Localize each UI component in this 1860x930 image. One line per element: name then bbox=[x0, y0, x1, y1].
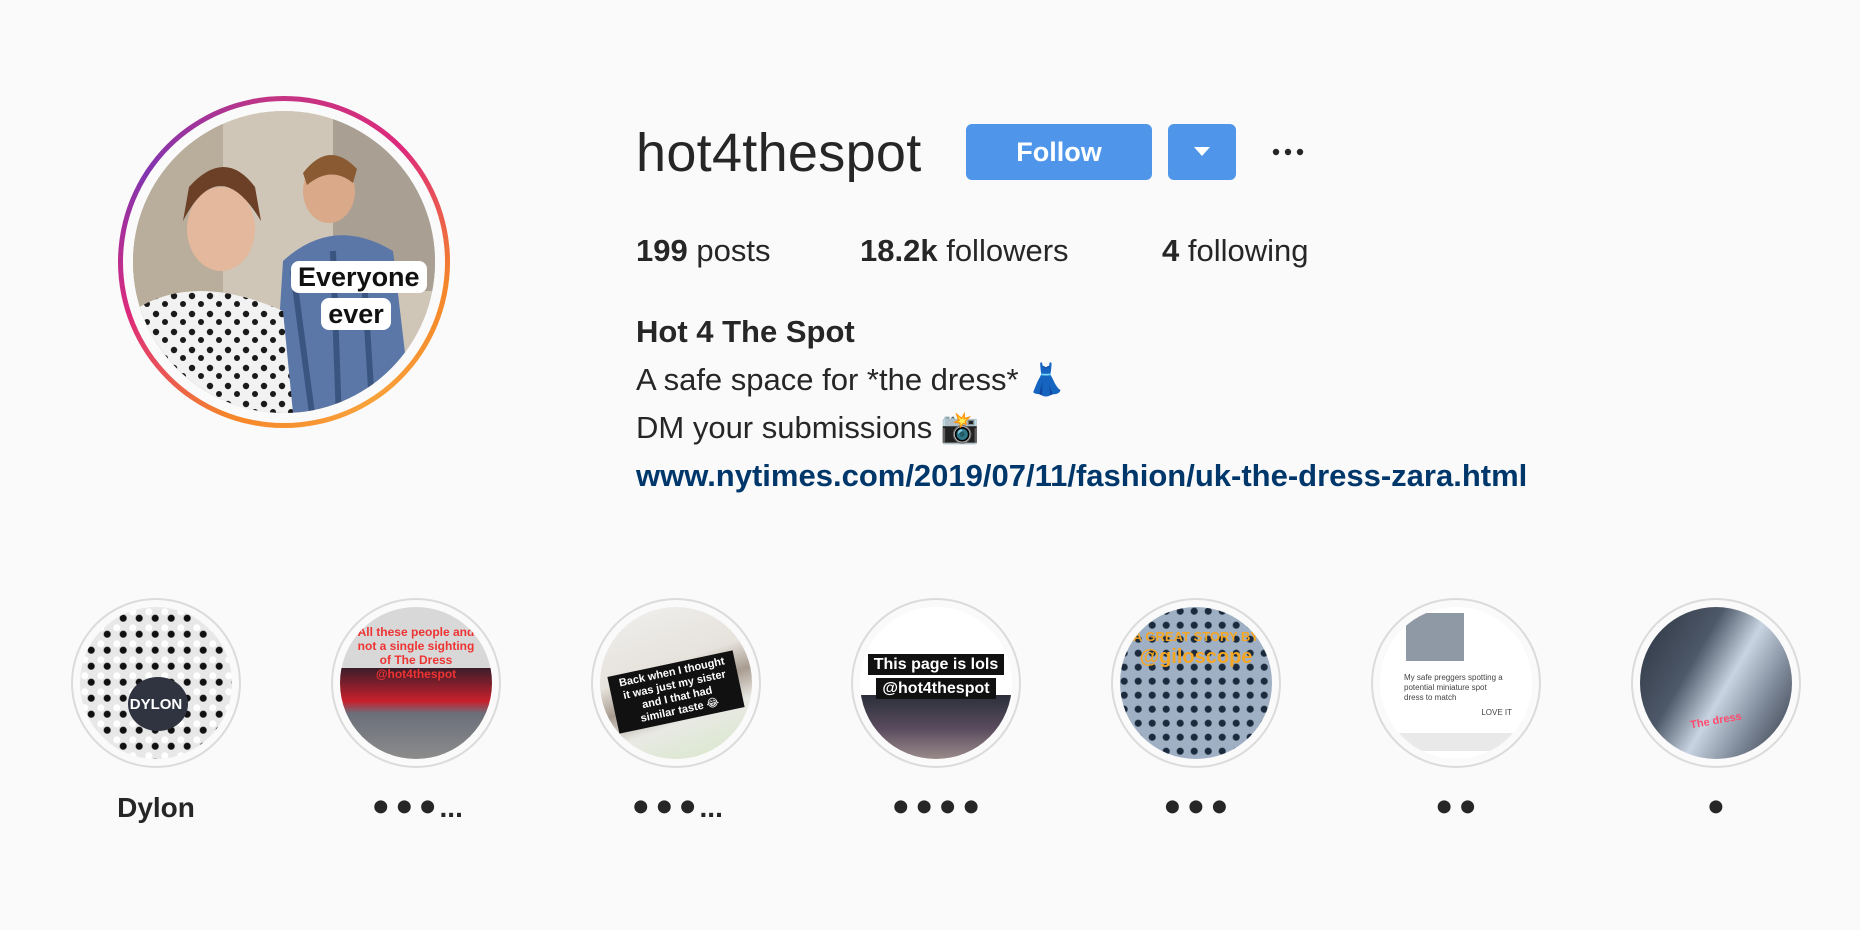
posts-stat: 199 posts bbox=[636, 226, 770, 276]
story-highlight[interactable]: The dress ⚫ bbox=[1626, 598, 1806, 828]
followers-label: followers bbox=[946, 233, 1069, 268]
username: hot4thespot bbox=[636, 123, 922, 183]
highlight-cover: Back when I thought it was just my siste… bbox=[600, 607, 752, 759]
more-options-button[interactable] bbox=[1266, 130, 1310, 174]
avatar-photo: Everyone ever bbox=[133, 111, 435, 413]
highlight-cover-text: @giloscope bbox=[1139, 646, 1253, 668]
follow-button[interactable]: Follow bbox=[966, 124, 1152, 180]
story-highlight[interactable]: My safe preggers spotting a potential mi… bbox=[1366, 598, 1546, 828]
posts-count: 199 bbox=[636, 233, 688, 268]
highlight-cover-text: A GREAT STORY BY bbox=[1132, 629, 1260, 644]
highlight-label: ⚫⚫⚫... bbox=[629, 792, 723, 823]
following-label: following bbox=[1187, 233, 1309, 268]
highlight-label: ⚫⚫ bbox=[1432, 792, 1480, 823]
following-stat[interactable]: 4 following bbox=[1162, 226, 1309, 276]
highlight-ring: This page is lols @hot4thespot bbox=[851, 598, 1021, 768]
chevron-down-icon bbox=[1194, 147, 1210, 156]
highlight-cover: A GREAT STORY BY @giloscope bbox=[1120, 607, 1272, 759]
highlight-label: ⚫ bbox=[1704, 792, 1728, 823]
story-highlight[interactable]: This page is lols @hot4thespot ⚫⚫⚫⚫ bbox=[846, 598, 1026, 828]
suggested-accounts-dropdown-button[interactable] bbox=[1168, 124, 1236, 180]
highlight-label: Dylon bbox=[117, 792, 195, 823]
story-highlight[interactable]: All these people and not a single sighti… bbox=[326, 598, 506, 828]
full-name: Hot 4 The Spot bbox=[636, 314, 855, 349]
highlight-cover: My safe preggers spotting a potential mi… bbox=[1380, 607, 1532, 759]
profile-page: Everyone ever hot4thespot Follow 199 pos… bbox=[0, 0, 1860, 930]
highlight-cover-text: This page is lols bbox=[867, 654, 1005, 675]
followers-stat[interactable]: 18.2k followers bbox=[860, 226, 1069, 276]
highlight-ring: My safe preggers spotting a potential mi… bbox=[1371, 598, 1541, 768]
highlight-ring: The dress bbox=[1631, 598, 1801, 768]
highlight-ring: Back when I thought it was just my siste… bbox=[591, 598, 761, 768]
followers-count: 18.2k bbox=[860, 233, 938, 268]
highlight-cover: This page is lols @hot4thespot bbox=[860, 607, 1012, 759]
ellipsis-icon bbox=[1272, 148, 1304, 156]
highlight-cover-text: My safe preggers spotting a potential mi… bbox=[1404, 673, 1503, 702]
highlight-cover: All these people and not a single sighti… bbox=[340, 607, 492, 759]
highlight-cover-text: @hot4thespot bbox=[876, 678, 996, 699]
profile-avatar[interactable]: Everyone ever bbox=[118, 96, 450, 428]
highlight-cover: The dress bbox=[1640, 607, 1792, 759]
posts-label: posts bbox=[696, 233, 771, 268]
highlight-label: ⚫⚫⚫... bbox=[369, 792, 463, 823]
story-highlight[interactable]: A GREAT STORY BY @giloscope ⚫⚫⚫ bbox=[1106, 598, 1286, 828]
highlight-cover-text: DYLON bbox=[129, 696, 183, 713]
highlight-cover: DYLON bbox=[80, 607, 232, 759]
story-highlight[interactable]: DYLON Dylon bbox=[66, 598, 246, 828]
profile-bio: Hot 4 The Spot A safe space for *the dre… bbox=[636, 308, 1527, 500]
bio-link[interactable]: www.nytimes.com/2019/07/11/fashion/uk-th… bbox=[636, 452, 1527, 500]
highlight-cover-text: LOVE IT bbox=[1481, 708, 1512, 717]
highlight-ring: DYLON bbox=[71, 598, 241, 768]
highlight-cover-text: All these people and not a single sighti… bbox=[357, 625, 475, 681]
highlight-cover-text: The dress bbox=[1689, 710, 1743, 732]
highlight-cover-text: Back when I thought it was just my siste… bbox=[607, 650, 745, 734]
following-count: 4 bbox=[1162, 233, 1180, 268]
story-highlight[interactable]: Back when I thought it was just my siste… bbox=[586, 598, 766, 828]
highlight-ring: A GREAT STORY BY @giloscope bbox=[1111, 598, 1281, 768]
bio-line: A safe space for *the dress* 👗 bbox=[636, 362, 1066, 397]
highlight-ring: All these people and not a single sighti… bbox=[331, 598, 501, 768]
highlight-label: ⚫⚫⚫⚫ bbox=[889, 792, 983, 823]
avatar-caption: Everyone ever bbox=[291, 259, 427, 333]
bio-line: DM your submissions 📸 bbox=[636, 410, 980, 445]
highlight-label: ⚫⚫⚫ bbox=[1160, 792, 1232, 823]
